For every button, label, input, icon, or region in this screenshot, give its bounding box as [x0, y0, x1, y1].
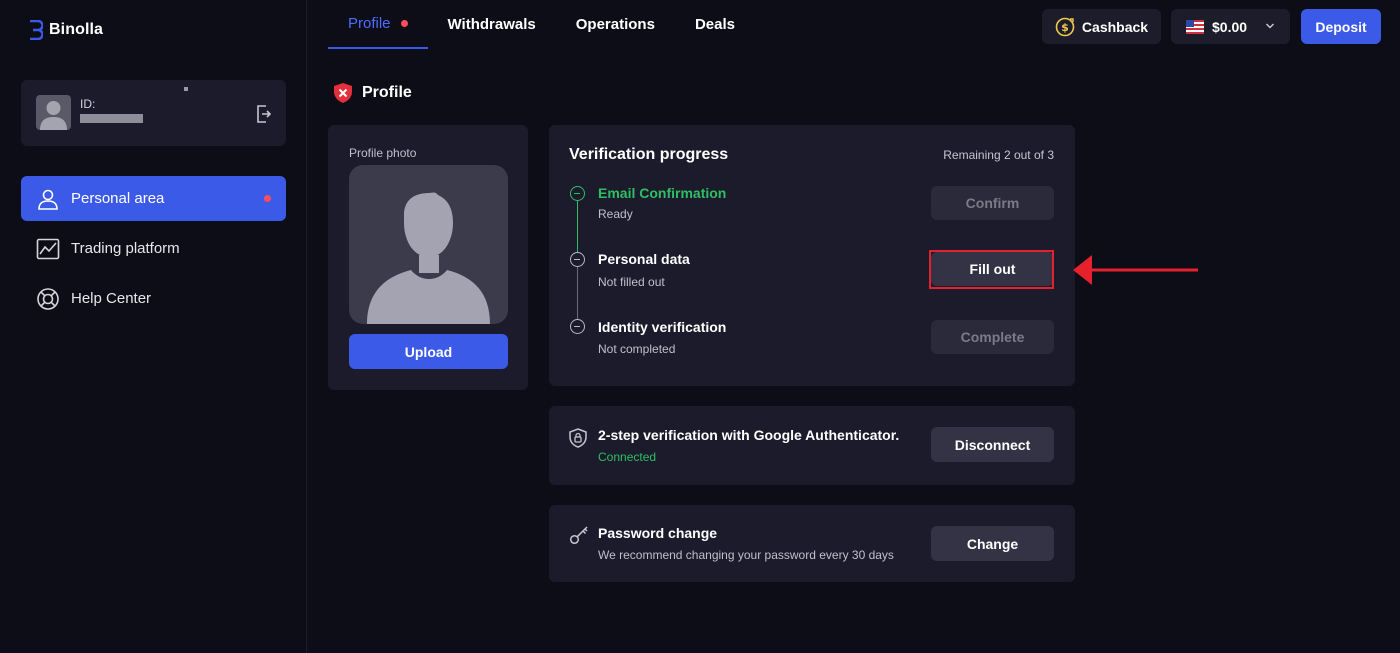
- shield-lock-icon: [569, 428, 587, 448]
- two-factor-status: Connected: [598, 450, 657, 464]
- sidebar-item-label: Trading platform: [71, 240, 180, 257]
- disconnect-label: Disconnect: [954, 436, 1031, 453]
- tab-label: Deals: [694, 16, 735, 33]
- change-label: Change: [966, 535, 1019, 552]
- password-change-card: Password change We recommend changing yo…: [549, 505, 1075, 582]
- tab-label: Withdrawals: [447, 16, 536, 33]
- confirm-button[interactable]: Confirm: [931, 186, 1054, 220]
- chart-icon: [36, 238, 60, 259]
- top-tabs: Profile Withdrawals Operations Deals: [328, 0, 755, 49]
- tab-deals[interactable]: Deals: [675, 0, 755, 49]
- verification-title: Verification progress: [569, 146, 729, 163]
- two-factor-card: 2-step verification with Google Authenti…: [549, 406, 1075, 485]
- upload-button[interactable]: Upload: [349, 334, 508, 369]
- confirm-label: Confirm: [965, 195, 1020, 211]
- shield-alert-icon: [334, 83, 352, 103]
- logout-icon[interactable]: [256, 105, 272, 123]
- tab-profile[interactable]: Profile: [328, 0, 428, 49]
- timeline-line-complete: [577, 199, 578, 259]
- complete-button[interactable]: Complete: [931, 320, 1054, 354]
- sidebar-item-label: Help Center: [71, 290, 152, 307]
- sidebar-item-label: Personal area: [71, 190, 165, 207]
- tab-withdrawals[interactable]: Withdrawals: [428, 0, 556, 49]
- tab-operations[interactable]: Operations: [556, 0, 675, 49]
- cashback-label: Cashback: [1081, 18, 1149, 35]
- step-status-pending-icon: [570, 252, 585, 267]
- deposit-label: Deposit: [1315, 18, 1367, 35]
- sidebar-item-help-center[interactable]: Help Center: [21, 276, 286, 321]
- avatar-placeholder-icon: [40, 101, 67, 130]
- binolla-logo-icon: [30, 20, 43, 40]
- page-title-text: Profile: [362, 84, 412, 101]
- disconnect-button[interactable]: Disconnect: [931, 427, 1054, 462]
- sidebar-nav: Personal area Trading platform Help Cent…: [21, 176, 286, 326]
- complete-label: Complete: [960, 329, 1025, 345]
- user-icon: [38, 189, 58, 210]
- tab-label: Operations: [575, 16, 655, 33]
- cashback-icon: $: [1055, 17, 1075, 36]
- change-password-button[interactable]: Change: [931, 526, 1054, 561]
- key-icon: [569, 526, 588, 545]
- user-id-masked: [80, 114, 143, 123]
- step-status-done-icon: [570, 186, 585, 201]
- brand-logo[interactable]: Binolla: [29, 20, 103, 40]
- profile-photo-card: Profile photo Upload: [328, 125, 528, 390]
- verification-remaining: Remaining 2 out of 3: [943, 148, 1054, 162]
- person-placeholder-icon: [367, 192, 490, 324]
- step-identity-status: Not completed: [598, 342, 676, 356]
- user-id-dot: [184, 87, 188, 91]
- svg-text:$: $: [1061, 21, 1069, 34]
- password-subtitle: We recommend changing your password ever…: [598, 548, 894, 562]
- step-personal-status: Not filled out: [598, 275, 665, 289]
- user-card: ID:: [21, 80, 286, 146]
- deposit-button[interactable]: Deposit: [1301, 9, 1381, 44]
- upload-label: Upload: [404, 343, 453, 360]
- notification-dot: [264, 195, 271, 202]
- profile-photo-label: Profile photo: [349, 146, 417, 160]
- sidebar: Binolla ID: Personal area Trading platfo…: [0, 0, 307, 653]
- step-personal-title: Personal data: [598, 251, 690, 267]
- sidebar-item-trading-platform[interactable]: Trading platform: [21, 226, 286, 271]
- step-identity-title: Identity verification: [598, 319, 727, 335]
- highlight-box: [929, 250, 1054, 289]
- sidebar-item-personal-area[interactable]: Personal area: [21, 176, 286, 221]
- balance-amount: $0.00: [1212, 18, 1248, 35]
- step-status-pending-icon: [570, 319, 585, 334]
- page-title: Profile: [333, 82, 412, 104]
- two-factor-title: 2-step verification with Google Authenti…: [598, 427, 900, 443]
- notification-dot: [400, 20, 408, 27]
- avatar[interactable]: [36, 95, 71, 130]
- tab-label: Profile: [348, 15, 391, 32]
- user-id-label: ID:: [80, 97, 96, 111]
- chevron-down-icon: [1265, 23, 1275, 29]
- cashback-button[interactable]: $ Cashback: [1042, 9, 1161, 44]
- step-email-title: Email Confirmation: [598, 185, 727, 201]
- profile-photo-placeholder: [349, 165, 508, 324]
- lifebuoy-icon: [37, 287, 59, 310]
- balance-selector[interactable]: $0.00: [1171, 9, 1290, 44]
- step-email-status: Ready: [598, 207, 633, 221]
- arrow-left-icon: [1073, 255, 1198, 285]
- brand-name: Binolla: [49, 21, 104, 38]
- us-flag-icon: [1186, 19, 1204, 34]
- password-title: Password change: [598, 525, 718, 541]
